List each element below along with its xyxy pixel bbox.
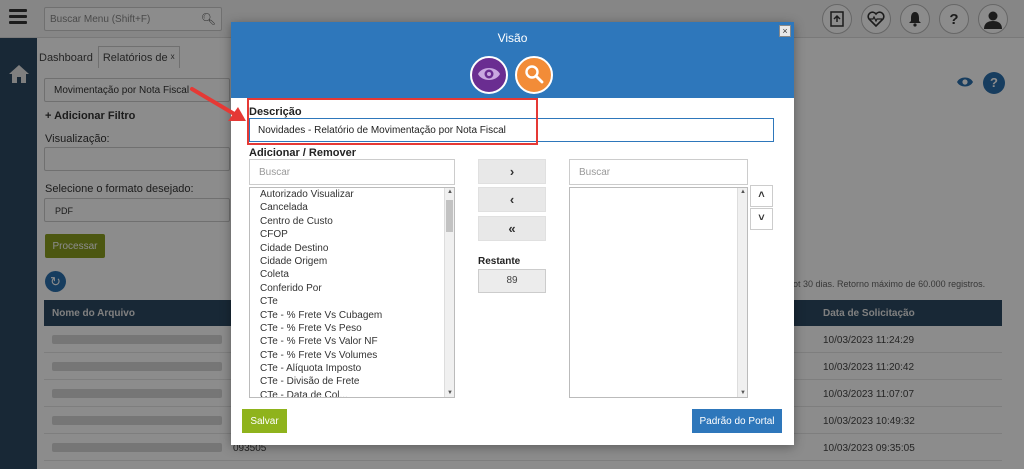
selected-search-input[interactable]: Buscar (569, 159, 748, 185)
close-icon[interactable]: × (779, 25, 791, 37)
scroll-up-icon[interactable]: ▲ (445, 189, 454, 195)
scroll-thumb[interactable] (446, 200, 453, 232)
list-item[interactable]: CTe - % Frete Vs Valor NF (250, 335, 454, 348)
padrao-portal-button[interactable]: Padrão do Portal (692, 409, 782, 433)
modal-header: Visão × (231, 22, 794, 98)
move-right-button[interactable]: › (478, 159, 546, 184)
scroll-down-icon[interactable]: ▼ (445, 390, 454, 396)
visao-modal: Visão × Descrição Novidades - Relatório … (231, 22, 794, 445)
eye-icon (477, 66, 501, 85)
list-item[interactable]: CTe - Divisão de Frete (250, 375, 454, 388)
selected-search-placeholder: Buscar (579, 167, 611, 178)
move-left-button[interactable]: ‹ (478, 187, 546, 212)
highlight-box (247, 98, 538, 145)
list-item[interactable]: CTe - % Frete Vs Peso (250, 322, 454, 335)
available-search-placeholder: Buscar (259, 167, 291, 178)
eye-view-button[interactable] (470, 56, 508, 94)
list-item[interactable]: Centro de Custo (250, 215, 454, 228)
annotation-arrow (190, 87, 246, 121)
search-view-button[interactable] (515, 56, 553, 94)
list-item[interactable]: Cidade Destino (250, 242, 454, 255)
modal-title: Visão (497, 31, 528, 45)
adicionar-remover-label: Adicionar / Remover (249, 147, 356, 159)
list-item[interactable]: Cancelada (250, 201, 454, 214)
selected-fields-list[interactable]: ▲ ▼ (569, 187, 748, 398)
selected-list-scrollbar[interactable]: ▲ ▼ (737, 188, 747, 397)
list-item[interactable]: CTe - Alíquota Imposto (250, 362, 454, 375)
list-item[interactable]: Conferido Por (250, 282, 454, 295)
move-up-button[interactable]: ˄ (750, 185, 773, 207)
list-item[interactable]: CTe - % Frete Vs Cubagem (250, 309, 454, 322)
available-list-scrollbar[interactable]: ▲ ▼ (444, 188, 454, 397)
list-item[interactable]: CFOP (250, 228, 454, 241)
move-all-left-button[interactable]: « (478, 216, 546, 241)
available-search-input[interactable]: Buscar (249, 159, 455, 185)
available-fields-list[interactable]: Autorizado Visualizar Cancelada Centro d… (249, 187, 455, 398)
restante-value: 89 (478, 269, 546, 293)
scroll-down-icon[interactable]: ▼ (738, 390, 748, 396)
list-item[interactable]: CTe (250, 295, 454, 308)
magnifier-icon (524, 64, 544, 87)
list-item[interactable]: CTe - % Frete Vs Volumes (250, 349, 454, 362)
list-item[interactable]: Coleta (250, 268, 454, 281)
restante-label: Restante (478, 256, 521, 267)
list-item[interactable]: Autorizado Visualizar (250, 188, 454, 201)
move-down-button[interactable]: ˅ (750, 208, 773, 230)
salvar-button[interactable]: Salvar (242, 409, 287, 433)
scroll-up-icon[interactable]: ▲ (738, 189, 748, 195)
list-item[interactable]: CTe - Data de Col... (250, 389, 454, 397)
list-item[interactable]: Cidade Origem (250, 255, 454, 268)
